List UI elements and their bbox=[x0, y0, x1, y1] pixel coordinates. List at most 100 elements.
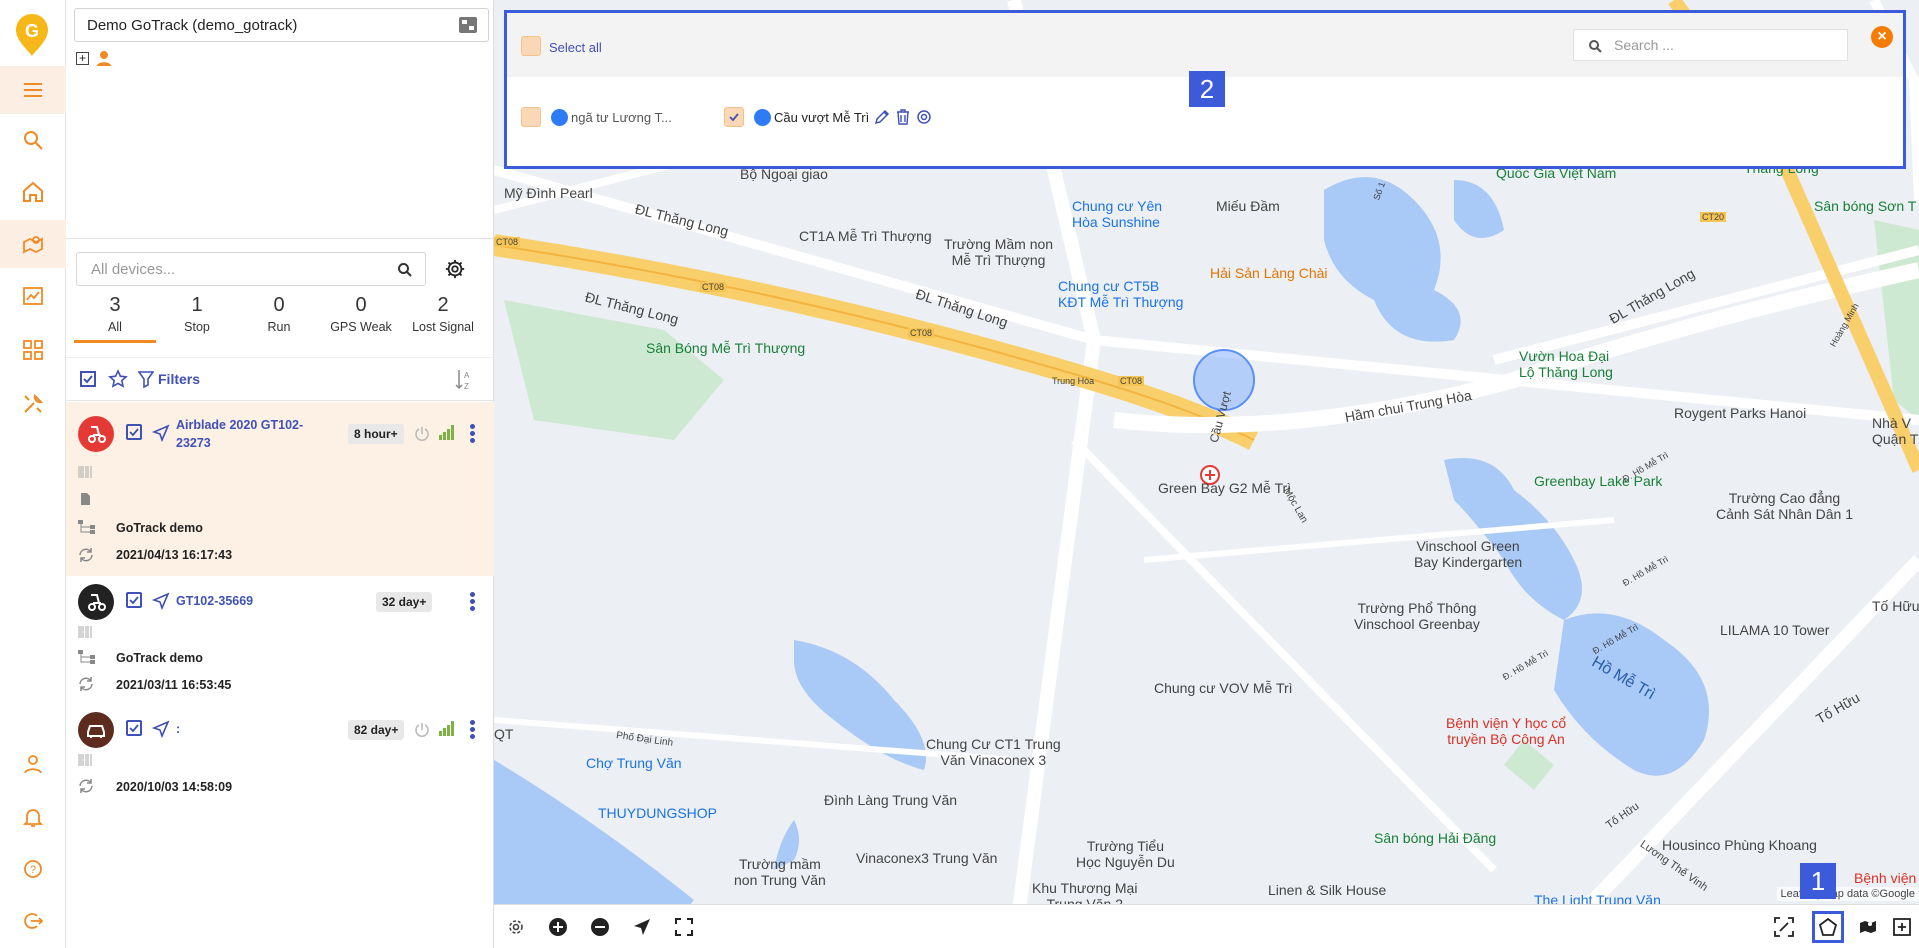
map-label: CT20 bbox=[1700, 212, 1727, 222]
expand-tree-icon[interactable]: + bbox=[76, 51, 89, 65]
tab-lost-signal[interactable]: 2 Lost Signal bbox=[402, 292, 484, 343]
more-options-icon[interactable] bbox=[470, 592, 476, 613]
sync-icon bbox=[79, 779, 93, 793]
tab-gps-weak[interactable]: 0 GPS Weak bbox=[320, 292, 402, 343]
map-label: CT08 bbox=[700, 282, 727, 292]
delete-icon[interactable] bbox=[896, 109, 910, 125]
more-options-icon[interactable] bbox=[470, 424, 476, 445]
map-label: Chung cư VOV Mễ Trì bbox=[1154, 680, 1293, 696]
apps-icon[interactable] bbox=[0, 326, 66, 374]
device-name[interactable]: : bbox=[176, 720, 336, 738]
edit-icon[interactable] bbox=[874, 109, 890, 125]
device-checkbox[interactable] bbox=[126, 424, 142, 440]
annotation-badge: 2 bbox=[1189, 71, 1225, 107]
map-label: Chung Cư CT1 Trung Văn Vinaconex 3 bbox=[926, 736, 1061, 768]
geofence-checkbox[interactable] bbox=[521, 107, 541, 127]
geofence-search[interactable] bbox=[1573, 29, 1848, 61]
icon-rail: G ? bbox=[0, 0, 66, 948]
device-name[interactable]: Airblade 2020 GT102-23273 bbox=[176, 416, 336, 452]
device-name[interactable]: GT102-35669 bbox=[176, 592, 336, 610]
signal-strength-icon bbox=[439, 425, 454, 440]
sort-icon[interactable]: A Z bbox=[454, 368, 474, 392]
geofence-color-dot bbox=[754, 109, 771, 126]
geofence-checkbox-checked[interactable] bbox=[724, 107, 744, 127]
map-label: Vinschool Green Bay Kindergarten bbox=[1414, 538, 1523, 570]
user-icon[interactable] bbox=[0, 740, 66, 788]
device-group: GoTrack demo bbox=[116, 521, 203, 535]
map-label: Sân bóng Hải Đăng bbox=[1374, 830, 1497, 846]
tab-run[interactable]: 0 Run bbox=[238, 292, 320, 343]
select-all-label[interactable]: Select all bbox=[549, 40, 602, 55]
geofence-polygon-icon[interactable] bbox=[1812, 911, 1844, 943]
device-row[interactable]: Airblade 2020 GT102-23273 8 hour+ GoTrac… bbox=[66, 402, 494, 576]
map-tracking-icon[interactable] bbox=[0, 220, 66, 268]
fit-bounds-icon[interactable] bbox=[1772, 915, 1796, 939]
my-location-icon[interactable] bbox=[630, 915, 654, 939]
search-icon bbox=[1589, 40, 1602, 53]
map-label: Trường Cao đẳng Cảnh Sát Nhân Dân 1 bbox=[1716, 490, 1853, 522]
tab-label: All bbox=[108, 320, 122, 334]
close-icon[interactable]: × bbox=[1871, 26, 1893, 48]
map-label: CT08 bbox=[908, 328, 935, 338]
device-timestamp: 2020/10/03 14:58:09 bbox=[116, 780, 233, 794]
logout-icon[interactable] bbox=[0, 897, 66, 945]
account-name: Demo GoTrack (demo_gotrack) bbox=[87, 16, 298, 34]
zoom-in-icon[interactable] bbox=[546, 915, 570, 939]
map-label: LILAMA 10 Tower bbox=[1720, 622, 1830, 638]
bell-icon[interactable] bbox=[0, 793, 66, 841]
map-label: Trung Hòa bbox=[1052, 376, 1095, 386]
menu-icon[interactable] bbox=[0, 66, 66, 114]
select-all-checkbox-icon[interactable] bbox=[80, 371, 96, 387]
barcode-icon bbox=[78, 466, 92, 478]
panel-divider bbox=[66, 238, 494, 239]
map-label: Trường Mầm non Mễ Trì Thượng bbox=[944, 236, 1054, 268]
tools-icon[interactable] bbox=[0, 380, 66, 428]
filters-link[interactable]: Filters bbox=[158, 371, 200, 387]
device-search-input[interactable] bbox=[91, 260, 381, 278]
chart-icon[interactable] bbox=[0, 272, 66, 320]
switch-account-icon[interactable] bbox=[458, 16, 478, 34]
help-icon[interactable]: ? bbox=[0, 845, 66, 893]
geofence-name[interactable]: Cầu vượt Mễ Trì bbox=[774, 110, 869, 125]
device-checkbox[interactable] bbox=[126, 720, 142, 736]
home-icon[interactable] bbox=[0, 168, 66, 216]
device-checkbox[interactable] bbox=[126, 592, 142, 608]
account-selector[interactable]: Demo GoTrack (demo_gotrack) bbox=[74, 8, 489, 42]
settings-gear-icon[interactable] bbox=[444, 258, 466, 280]
filter-icon[interactable] bbox=[138, 370, 154, 388]
map-label: Nhà V Quận Tha bbox=[1872, 415, 1919, 447]
tab-label: Lost Signal bbox=[412, 320, 474, 334]
geofence-name[interactable]: ngã tư Lương T... bbox=[571, 110, 672, 125]
svg-text:?: ? bbox=[30, 864, 36, 876]
tab-all[interactable]: 3 All bbox=[74, 292, 156, 343]
device-row[interactable]: GT102-35669 32 day+ GoTrack demo 2021/03… bbox=[66, 578, 524, 706]
map-label: CT08 bbox=[1118, 376, 1145, 386]
more-options-icon[interactable] bbox=[470, 720, 476, 741]
fullscreen-icon[interactable] bbox=[672, 915, 696, 939]
map-label: Chung cư CT5B KĐT Mễ Trì Thượng bbox=[1058, 278, 1184, 310]
add-layer-icon[interactable] bbox=[1890, 915, 1914, 939]
navigate-icon[interactable] bbox=[152, 424, 170, 442]
tab-stop[interactable]: 1 Stop bbox=[156, 292, 238, 343]
map-view[interactable]: Mỹ Đình Pearl Bộ Ngoại giao CT1A Mễ Trì … bbox=[494, 0, 1919, 948]
navigate-icon[interactable] bbox=[152, 592, 170, 610]
device-search[interactable] bbox=[76, 252, 426, 286]
map-settings-gear-icon[interactable] bbox=[504, 915, 528, 939]
svg-text:Z: Z bbox=[464, 382, 469, 391]
geofence-search-input[interactable] bbox=[1614, 37, 1834, 53]
account-user-icon[interactable] bbox=[96, 50, 112, 66]
tab-count: 3 bbox=[109, 294, 121, 316]
favorite-star-icon[interactable] bbox=[108, 369, 128, 389]
locate-geofence-icon[interactable] bbox=[916, 109, 932, 125]
car-avatar-icon bbox=[78, 712, 114, 748]
search-icon[interactable] bbox=[0, 116, 66, 164]
device-row[interactable]: : 82 day+ 2020/10/03 14:58:09 bbox=[66, 708, 494, 808]
map-layers-icon[interactable] bbox=[1856, 915, 1880, 939]
map-label: Trường Phổ Thông Vinschool Greenbay bbox=[1354, 600, 1480, 632]
select-all-checkbox[interactable] bbox=[521, 36, 541, 56]
map-label: Trường Tiểu Học Nguyễn Du bbox=[1076, 838, 1175, 870]
zoom-out-icon[interactable] bbox=[588, 915, 612, 939]
sim-card-icon bbox=[81, 493, 90, 505]
map-label: Đình Làng Trung Văn bbox=[824, 792, 958, 808]
navigate-icon[interactable] bbox=[152, 720, 170, 738]
